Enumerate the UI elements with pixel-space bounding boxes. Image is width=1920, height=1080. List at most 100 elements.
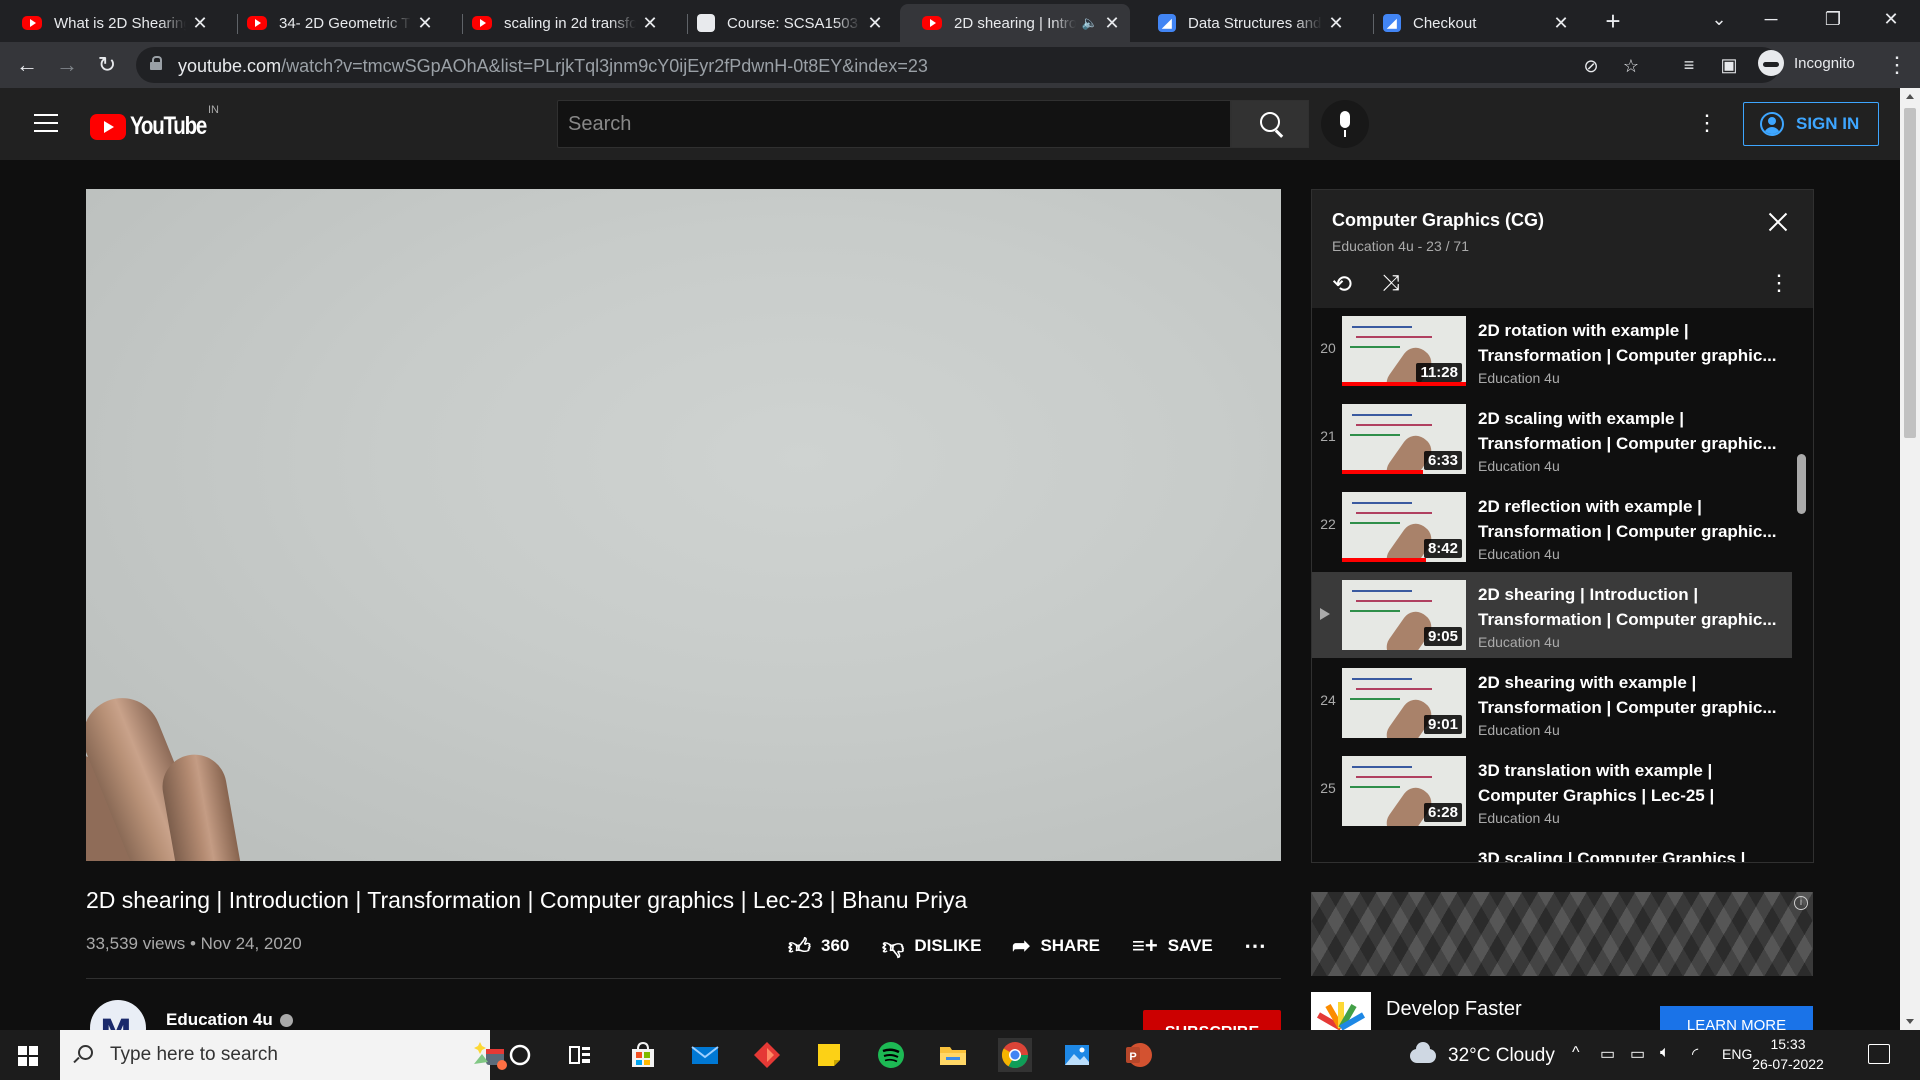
network-icon[interactable]: ▭ (1630, 1044, 1645, 1064)
playlist-item[interactable]: 24 9:01 2D shearing with example | Transfo… (1312, 660, 1792, 746)
playlist-item-channel: Education 4u (1478, 458, 1560, 474)
loop-icon[interactable]: ⟲ (1332, 270, 1352, 299)
url-text[interactable]: youtube.com/watch?v=tmcwSGpAOhA&list=PLr… (178, 56, 928, 77)
close-icon[interactable] (1764, 208, 1792, 236)
tab-close-icon[interactable]: ✕ (192, 13, 208, 34)
browser-tab[interactable]: 34- 2D Geometric Tran ✕ (225, 4, 443, 42)
lock-icon[interactable] (150, 56, 162, 70)
mail-icon[interactable] (688, 1038, 722, 1072)
playlist-item[interactable]: 3D scaling | Computer Graphics | Lec- (1312, 836, 1792, 862)
address-bar[interactable]: youtube.com/watch?v=tmcwSGpAOhA&list=PLr… (136, 47, 1780, 83)
browser-tab-active[interactable]: 2D shearing | Intro 🔈 ✕ (900, 4, 1130, 42)
playlist-item-thumbnail[interactable]: 9:05 (1342, 580, 1466, 650)
minimize-button[interactable]: ─ (1748, 4, 1794, 34)
playlist-subtitle: Education 4u - 23 / 71 (1332, 238, 1469, 254)
photos-icon[interactable] (1060, 1038, 1094, 1072)
tab-close-icon[interactable]: ✕ (1328, 13, 1344, 34)
taskbar-search-input[interactable]: Type here to search (60, 1030, 507, 1080)
playlist-item-thumbnail[interactable]: 8:42 (1342, 492, 1466, 562)
like-button[interactable]: 👍︎ 360 (788, 928, 849, 964)
microphone-icon[interactable] (1321, 100, 1369, 148)
browser-tab[interactable]: ◢ Data Structures and A ✕ (1136, 4, 1354, 42)
office-app-icon[interactable] (750, 1038, 784, 1072)
shuffle-icon[interactable]: ⤨ (1382, 270, 1400, 296)
playlist-item[interactable]: 20 11:28 2D rotation with example | Transf… (1312, 308, 1792, 394)
share-button[interactable]: ➦ SHARE (1012, 928, 1100, 964)
search-input[interactable]: Search (557, 100, 1231, 148)
task-view-icon[interactable] (563, 1038, 597, 1072)
language-indicator[interactable]: ENG (1722, 1046, 1752, 1062)
weather-widget[interactable]: 32°C Cloudy (1410, 1042, 1555, 1067)
video-player[interactable] (86, 189, 1281, 861)
playlist-menu-icon[interactable]: ⋮ (1768, 270, 1790, 296)
sign-in-button[interactable]: SIGN IN (1743, 102, 1879, 146)
bookmark-star-icon[interactable]: ☆ (1618, 53, 1644, 79)
playlist-item-current[interactable]: 9:05 2D shearing | Introduction | Transfo… (1312, 572, 1792, 658)
dislike-button[interactable]: 👎︎ DISLIKE (882, 928, 981, 964)
more-actions-icon[interactable]: ⋯ (1244, 928, 1266, 964)
windows-start-icon[interactable] (18, 1046, 38, 1066)
eye-off-icon[interactable]: ⊘ (1578, 53, 1604, 79)
forward-icon[interactable]: → (52, 50, 82, 80)
restore-button[interactable]: ❐ (1810, 4, 1856, 34)
taskbar-clock[interactable]: 15:33 26-07-2022 (1752, 1034, 1824, 1074)
browser-tab[interactable]: What is 2D Shearing E ✕ (0, 4, 218, 42)
close-window-button[interactable]: ✕ (1868, 4, 1914, 34)
playlist-item-thumbnail[interactable]: 6:28 (1342, 756, 1466, 826)
tab-close-icon[interactable]: ✕ (1553, 13, 1569, 34)
browser-tab[interactable]: scaling in 2d transform ✕ (450, 4, 668, 42)
back-icon[interactable]: ← (12, 50, 42, 80)
channel-name[interactable]: Education 4u (166, 1010, 293, 1030)
chrome-icon[interactable] (998, 1038, 1032, 1072)
tab-close-icon[interactable]: ✕ (867, 13, 883, 34)
search-icon[interactable] (1231, 100, 1309, 148)
scrollbar-thumb[interactable] (1904, 108, 1916, 438)
reload-icon[interactable]: ↻ (92, 50, 122, 80)
scroll-down-arrow-icon[interactable] (1906, 1019, 1914, 1024)
playlist-item[interactable]: 21 6:33 2D scaling with example | Transfor… (1312, 396, 1792, 482)
notifications-icon[interactable] (1868, 1044, 1890, 1064)
playlist-title[interactable]: Computer Graphics (CG) (1332, 210, 1544, 231)
new-tab-button[interactable]: + (1598, 6, 1628, 36)
speaker-icon[interactable]: 🔈 (1082, 15, 1098, 31)
ad-banner-image[interactable] (1311, 892, 1813, 976)
browser-tab[interactable]: Course: SCSA1503 - C ✕ (675, 4, 893, 42)
microsoft-store-icon[interactable] (626, 1038, 660, 1072)
file-explorer-icon[interactable] (936, 1038, 970, 1072)
subscribe-button[interactable]: SUBSCRIBE (1143, 1010, 1281, 1030)
playlist-item[interactable]: 22 8:42 2D reflection with example | Trans… (1312, 484, 1792, 570)
ad-info-icon[interactable]: i (1794, 896, 1808, 910)
save-button[interactable]: ≡+ SAVE (1132, 928, 1213, 964)
browser-menu-icon[interactable]: ⋮ (1882, 50, 1912, 80)
learn-more-button[interactable]: LEARN MORE (1660, 1006, 1813, 1030)
tab-close-icon[interactable]: ✕ (1104, 13, 1120, 34)
show-hidden-icons-icon[interactable]: ^ (1572, 1044, 1580, 1062)
youtube-logo[interactable]: YouTube IN (90, 104, 223, 141)
cortana-icon[interactable] (503, 1038, 537, 1072)
tab-close-icon[interactable]: ✕ (642, 13, 658, 34)
spotify-icon[interactable] (874, 1038, 908, 1072)
playlist-item-thumbnail[interactable]: 11:28 (1342, 316, 1466, 386)
country-code: IN (208, 104, 219, 116)
ad-title[interactable]: Develop Faster (1386, 998, 1522, 1021)
wifi-icon[interactable]: ◜ (1692, 1044, 1698, 1064)
settings-more-icon[interactable]: ⋮ (1692, 110, 1722, 140)
volume-icon[interactable]: 🔈︎ (1660, 1044, 1670, 1062)
channel-avatar[interactable] (90, 1000, 146, 1030)
powerpoint-icon[interactable]: P (1122, 1038, 1156, 1072)
playlist-scrollbar[interactable] (1797, 454, 1806, 514)
playlist-item-thumbnail[interactable]: 9:01 (1342, 668, 1466, 738)
playlist-item[interactable]: 25 6:28 3D translation with example | Comp… (1312, 748, 1792, 834)
scroll-up-arrow-icon[interactable] (1906, 94, 1914, 99)
browser-tab[interactable]: ◢ Checkout ✕ (1361, 4, 1579, 42)
playlist-item-thumbnail[interactable]: 6:33 (1342, 404, 1466, 474)
media-queue-icon[interactable]: ≡ (1674, 50, 1704, 80)
menu-icon[interactable] (34, 114, 58, 132)
battery-icon[interactable]: ▭ (1600, 1044, 1615, 1064)
tab-search-icon[interactable]: ⌄ (1696, 4, 1742, 34)
tab-close-icon[interactable]: ✕ (417, 13, 433, 34)
side-panel-icon[interactable]: ▣ (1714, 50, 1744, 80)
page-scrollbar[interactable] (1900, 88, 1920, 1030)
incognito-profile-button[interactable]: Incognito (1758, 50, 1855, 76)
sticky-notes-icon[interactable] (812, 1038, 846, 1072)
